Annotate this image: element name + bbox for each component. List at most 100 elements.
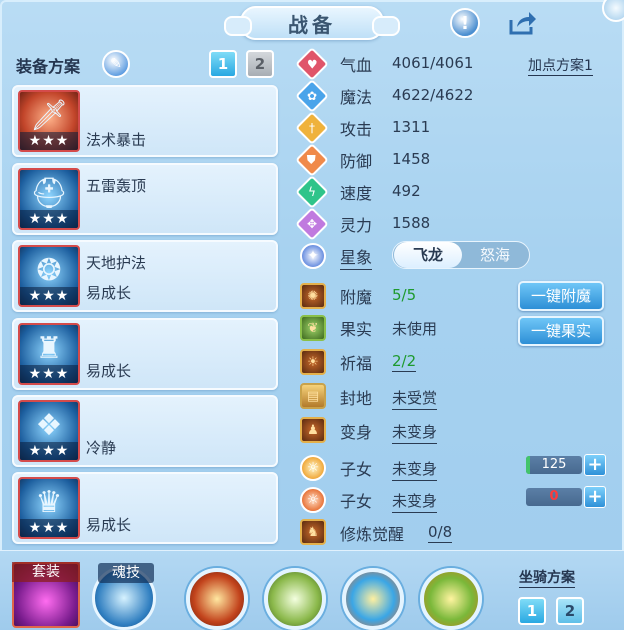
heart-glyph: ♥ bbox=[306, 56, 318, 71]
stat-spirit-value: 1588 bbox=[392, 214, 431, 232]
star-rating: ★★★ bbox=[20, 210, 78, 228]
child1-count-fill bbox=[526, 456, 530, 474]
stat-atk-value: 1311 bbox=[392, 118, 431, 136]
stat-atk-label: 攻击 bbox=[340, 120, 373, 139]
defense-glyph: ⛊ bbox=[307, 152, 317, 167]
set-label: 套装 bbox=[12, 562, 80, 582]
transform-value[interactable]: 未变身 bbox=[392, 421, 438, 444]
stat-def-value: 1458 bbox=[392, 150, 431, 168]
fief-value[interactable]: 未受赏 bbox=[392, 387, 438, 410]
transform-icon: ♟ bbox=[300, 417, 326, 443]
equipment-tab-1[interactable]: 1 bbox=[209, 50, 237, 78]
child2-label: 子女 bbox=[340, 492, 373, 511]
stat-hp-label: 气血 bbox=[340, 56, 373, 75]
child1-label: 子女 bbox=[340, 460, 373, 479]
enchant-icon: ✺ bbox=[300, 283, 326, 309]
star-sign-option-feilong[interactable]: 飞龙 bbox=[394, 242, 462, 268]
skill-orb-3[interactable] bbox=[342, 568, 404, 630]
fief-icon: ▤ bbox=[300, 383, 326, 409]
child1-count: 125 bbox=[541, 457, 567, 472]
mount-tab-2[interactable]: 2 bbox=[556, 597, 584, 625]
helmet-glyph: ⛑ bbox=[29, 176, 69, 211]
armor-icon: ♜ ★★★ bbox=[18, 323, 80, 385]
stat-mp-label: 魔法 bbox=[340, 88, 373, 107]
equipment-scheme-label: 装备方案 bbox=[16, 57, 81, 76]
equipment-slot-5[interactable]: ❖ ★★★ 冷静 bbox=[12, 395, 278, 467]
star-rating: ★★★ bbox=[20, 442, 78, 460]
transform-label: 变身 bbox=[340, 423, 373, 442]
bless-value[interactable]: 2/2 bbox=[392, 352, 417, 372]
star-sign-toggle[interactable]: 飞龙 怒海 bbox=[392, 241, 530, 269]
pencil-icon[interactable]: ✎ bbox=[102, 50, 130, 78]
star-sign-option-nuhai[interactable]: 怒海 bbox=[461, 242, 529, 268]
speed-glyph: ϟ bbox=[308, 184, 316, 199]
child2-value[interactable]: 未变身 bbox=[392, 490, 438, 513]
stat-spd-value: 492 bbox=[392, 182, 421, 200]
enchant-label: 附魔 bbox=[340, 288, 373, 307]
star-rating: ★★★ bbox=[20, 519, 78, 537]
equipment-slot-2[interactable]: ⛑ ★★★ 五雷轰顶 bbox=[12, 163, 278, 235]
child2-plus-button[interactable]: + bbox=[584, 486, 606, 508]
boots-icon: ♛ ★★★ bbox=[18, 477, 80, 539]
weapon-glyph: 🗡 bbox=[29, 98, 69, 133]
one-click-fruit-button[interactable]: 一键果实 bbox=[518, 316, 604, 346]
bless-icon: ☀ bbox=[300, 349, 326, 375]
boots-glyph: ♛ bbox=[35, 485, 63, 520]
fruit-label: 果实 bbox=[340, 320, 373, 339]
equipment-slot-1[interactable]: 🗡 ★★★ 法术暴击 bbox=[12, 85, 278, 157]
equipment-effect-2: 易成长 bbox=[86, 284, 132, 302]
equipment-slot-3[interactable]: ❂ ★★★ 天地护法 易成长 bbox=[12, 240, 278, 312]
equipment-slot-4[interactable]: ♜ ★★★ 易成长 bbox=[12, 318, 278, 390]
enchant-value: 5/5 bbox=[392, 286, 417, 304]
belt-icon: ❖ ★★★ bbox=[18, 400, 80, 462]
weapon-icon: 🗡 ★★★ bbox=[18, 90, 80, 152]
child2-count-bar: 0 bbox=[526, 488, 582, 506]
helmet-icon: ⛑ ★★★ bbox=[18, 168, 80, 230]
equipment-effect: 易成长 bbox=[86, 362, 132, 380]
stat-spd-label: 速度 bbox=[340, 184, 373, 203]
child-icon-2: ☼ bbox=[300, 487, 326, 513]
necklace-icon: ❂ ★★★ bbox=[18, 245, 80, 307]
stat-mp-value: 4622/4622 bbox=[392, 86, 474, 104]
points-plan-link[interactable]: 加点方案1 bbox=[528, 55, 593, 76]
belt-glyph: ❖ bbox=[35, 408, 63, 443]
stat-hp-value: 4061/4061 bbox=[392, 54, 474, 72]
equipment-slot-6[interactable]: ♛ ★★★ 易成长 bbox=[12, 472, 278, 544]
title-plate: 战备 bbox=[224, 6, 400, 40]
stat-def-label: 防御 bbox=[340, 152, 373, 171]
mount-tab-1[interactable]: 1 bbox=[518, 597, 546, 625]
skill-orb-2[interactable] bbox=[264, 568, 326, 630]
equipment-effect: 法术暴击 bbox=[86, 131, 147, 149]
mount-scheme-label[interactable]: 坐骑方案 bbox=[519, 567, 575, 588]
page-title: 战备 bbox=[288, 12, 336, 37]
star-sign-icon: ✦ bbox=[300, 243, 326, 269]
fruit-value: 未使用 bbox=[392, 320, 438, 338]
equipment-effect: 天地护法 bbox=[86, 254, 147, 272]
spirit-glyph: ✥ bbox=[306, 217, 318, 231]
stat-spirit-label: 灵力 bbox=[340, 216, 373, 235]
child1-value[interactable]: 未变身 bbox=[392, 458, 438, 481]
necklace-glyph: ❂ bbox=[36, 253, 62, 288]
share-arrow-svg bbox=[509, 12, 536, 35]
star-rating: ★★★ bbox=[20, 287, 78, 305]
star-rating: ★★★ bbox=[20, 132, 78, 150]
cultivation-label: 修炼觉醒 bbox=[340, 525, 405, 544]
skill-orb-4[interactable] bbox=[420, 568, 482, 630]
equipment-effect: 冷静 bbox=[86, 439, 117, 457]
share-icon[interactable] bbox=[508, 8, 538, 38]
soul-skill-label: 魂技 bbox=[98, 563, 154, 583]
attack-glyph: † bbox=[309, 121, 315, 135]
equipment-tab-2[interactable]: 2 bbox=[246, 50, 274, 78]
skill-orb-1[interactable] bbox=[186, 568, 248, 630]
star-rating: ★★★ bbox=[20, 365, 78, 383]
fruit-icon: ❦ bbox=[300, 315, 326, 341]
one-click-enchant-button[interactable]: 一键附魔 bbox=[518, 281, 604, 311]
child1-plus-button[interactable]: + bbox=[584, 454, 606, 476]
exclamation-icon[interactable]: ! bbox=[450, 8, 480, 38]
armor-glyph: ♜ bbox=[35, 331, 63, 366]
bless-label: 祈福 bbox=[340, 354, 373, 373]
cultivation-value[interactable]: 0/8 bbox=[428, 523, 453, 543]
star-sign-label[interactable]: 星象 bbox=[340, 244, 373, 270]
cultivation-icon: ♞ bbox=[300, 519, 326, 545]
child2-count: 0 bbox=[549, 489, 559, 504]
